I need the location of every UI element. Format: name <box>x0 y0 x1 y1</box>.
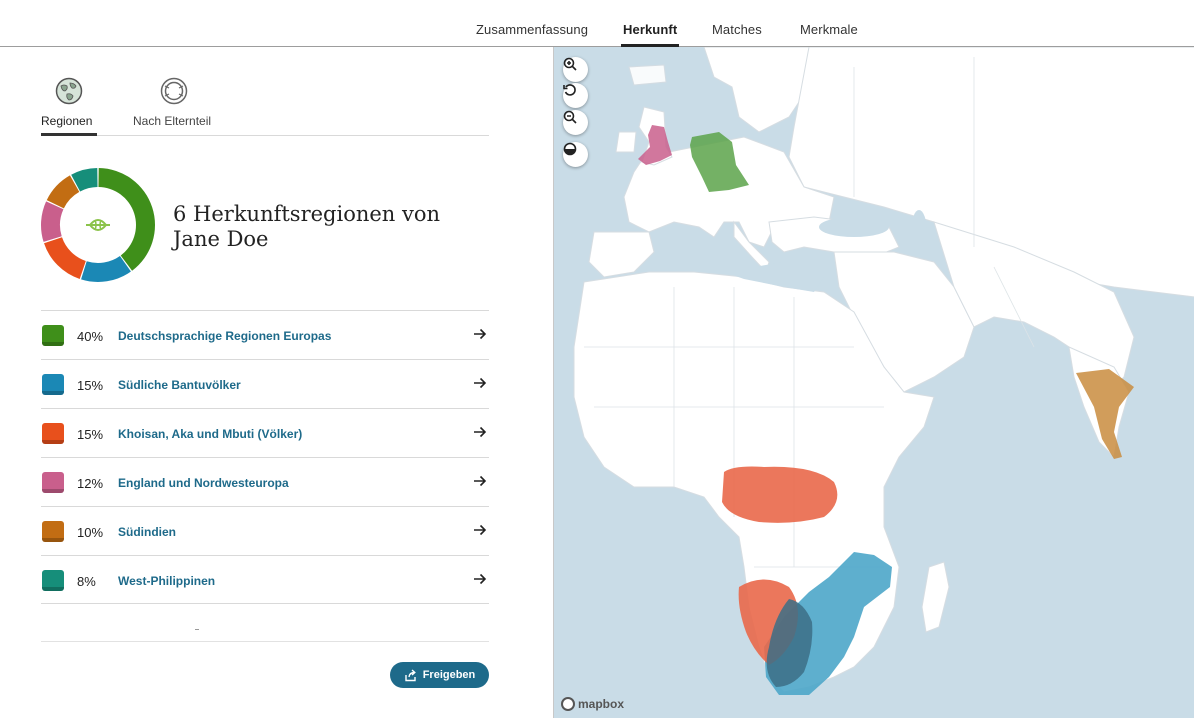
mapbox-logo-icon <box>561 697 575 711</box>
region-row-england[interactable]: 12% England und Nordwesteuropa <box>41 457 489 506</box>
tab-matches[interactable]: Matches <box>712 22 762 37</box>
mapbox-label: mapbox <box>578 697 625 711</box>
leaf-icon <box>86 219 110 231</box>
contrast-icon <box>563 142 577 156</box>
tab-merkmale[interactable]: Merkmale <box>800 22 858 37</box>
tab-zusammenfassung[interactable]: Zusammenfassung <box>476 22 588 37</box>
active-view-indicator <box>41 133 97 136</box>
region-color-swatch <box>42 423 64 444</box>
divider <box>41 641 489 642</box>
divider-dot <box>195 629 199 630</box>
donut-slice <box>98 168 155 271</box>
region-row-deutschsprachig[interactable]: 40% Deutschsprachige Regionen Europas <box>41 310 489 359</box>
region-color-swatch <box>42 325 64 346</box>
region-row-suedindien[interactable]: 10% Südindien <box>41 506 489 555</box>
reset-icon <box>563 84 576 96</box>
arrow-right-icon <box>474 426 487 438</box>
contrast-toggle-button[interactable] <box>563 142 588 167</box>
region-percent: 8% <box>77 574 96 589</box>
region-name: Südliche Bantuvölker <box>118 378 241 392</box>
region-row-khoisan[interactable]: 15% Khoisan, Aka und Mbuti (Völker) <box>41 408 489 457</box>
ancestry-panel: Regionen Nach Elternteil 6 Herkunftsregi… <box>0 47 553 718</box>
zoom-out-button[interactable] <box>563 110 588 135</box>
reset-view-button[interactable] <box>563 83 588 108</box>
region-name: Südindien <box>118 525 176 539</box>
donut-slice <box>41 201 64 242</box>
ancestry-donut-chart <box>40 167 156 283</box>
region-color-swatch <box>42 570 64 591</box>
regions-view-label: Regionen <box>41 114 93 128</box>
parents-view-button[interactable]: Nach Elternteil <box>133 75 223 136</box>
share-button[interactable]: Freigeben <box>390 662 489 688</box>
arrow-right-icon <box>474 328 487 340</box>
arrow-right-icon <box>474 475 487 487</box>
ancestry-map[interactable]: mapbox <box>553 47 1194 718</box>
view-toggle: Regionen Nach Elternteil <box>41 75 489 136</box>
zoom-out-icon <box>563 110 577 124</box>
donut-slice <box>44 237 86 279</box>
parents-view-label: Nach Elternteil <box>133 114 212 128</box>
region-percent: 40% <box>77 329 104 344</box>
regions-view-button[interactable]: Regionen <box>41 75 97 136</box>
region-name: England und Nordwesteuropa <box>118 476 289 490</box>
region-list: 40% Deutschsprachige Regionen Europas 15… <box>41 310 489 604</box>
region-color-swatch <box>42 472 64 493</box>
arrow-right-icon <box>474 573 487 585</box>
zoom-in-icon <box>563 57 577 71</box>
share-icon <box>405 668 416 681</box>
region-name: Deutschsprachige Regionen Europas <box>118 329 332 343</box>
region-color-swatch <box>42 374 64 395</box>
page-title: 6 Herkunftsregionen von Jane Doe <box>173 202 441 251</box>
region-percent: 15% <box>77 378 104 393</box>
parents-icon <box>160 77 188 105</box>
map-canvas <box>573 47 1194 695</box>
arrow-right-icon <box>474 524 487 536</box>
region-color-swatch <box>42 521 64 542</box>
region-shape-khoisan-central <box>722 466 838 523</box>
tab-herkunft[interactable]: Herkunft <box>620 22 680 47</box>
region-percent: 10% <box>77 525 104 540</box>
globe-icon <box>55 77 83 105</box>
arrow-right-icon <box>474 377 487 389</box>
region-row-bantu[interactable]: 15% Südliche Bantuvölker <box>41 359 489 408</box>
mapbox-attribution[interactable]: mapbox <box>561 697 624 711</box>
region-name: West-Philippinen <box>118 574 216 588</box>
donut-slice <box>81 256 131 282</box>
region-percent: 12% <box>77 476 104 491</box>
region-row-philippinen[interactable]: 8% West-Philippinen <box>41 555 489 604</box>
zoom-in-button[interactable] <box>563 57 588 82</box>
region-percent: 15% <box>77 427 104 442</box>
share-label: Freigeben <box>422 669 476 681</box>
top-navigation: Zusammenfassung Herkunft Matches Merkmal… <box>0 0 1194 47</box>
region-name: Khoisan, Aka und Mbuti (Völker) <box>118 427 303 441</box>
